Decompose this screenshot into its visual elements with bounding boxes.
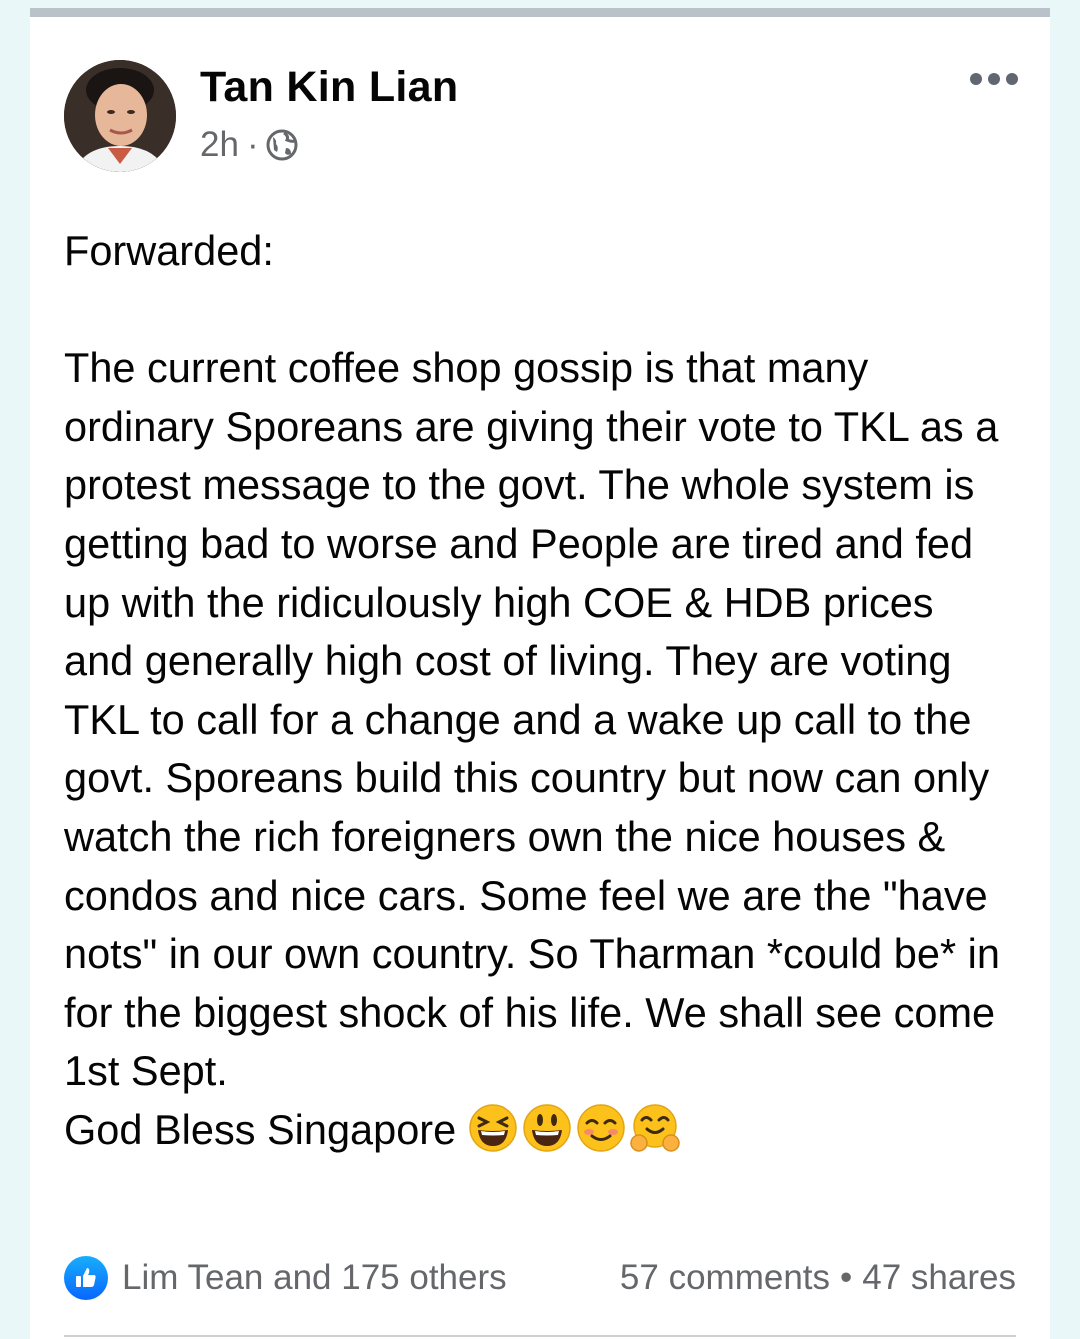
laughing-squint-emoji [468, 1104, 517, 1152]
author-name[interactable]: Tan Kin Lian [200, 63, 458, 112]
more-options-icon[interactable] [970, 73, 1018, 85]
meta-separator: · [246, 125, 259, 164]
post-paragraph: The current coffee shop gossip is that m… [64, 344, 1012, 1095]
footer-divider [64, 1335, 1016, 1337]
post-meta: 2h · [200, 125, 299, 165]
post-line-forwarded: Forwarded: [64, 227, 274, 274]
post-line-blank: ​ [64, 281, 1014, 340]
emoji-group [468, 1104, 684, 1153]
post-line-closing: God Bless Singapore [64, 1101, 1014, 1160]
post-body: Forwarded: ​ The current coffee shop gos… [64, 222, 1014, 1160]
grinning-emoji [522, 1104, 571, 1152]
smiling-blush-emoji [576, 1104, 625, 1152]
comments-count[interactable]: 57 comments [620, 1258, 830, 1298]
like-icon[interactable] [64, 1256, 108, 1300]
hugging-face-emoji [629, 1104, 680, 1152]
post-footer: Lim Tean and 175 others 57 comments • 47… [64, 1253, 1016, 1303]
footer-separator: • [840, 1258, 853, 1297]
author-avatar[interactable] [64, 60, 176, 172]
shares-count[interactable]: 47 shares [862, 1258, 1016, 1298]
post-card: Tan Kin Lian 2h · Forwarded: ​ The curre… [30, 8, 1050, 1339]
reactions-summary[interactable]: Lim Tean and 175 others [122, 1258, 507, 1298]
closing-text: God Bless Singapore [64, 1105, 457, 1153]
globe-icon[interactable] [265, 128, 299, 162]
post-time[interactable]: 2h [200, 125, 239, 165]
